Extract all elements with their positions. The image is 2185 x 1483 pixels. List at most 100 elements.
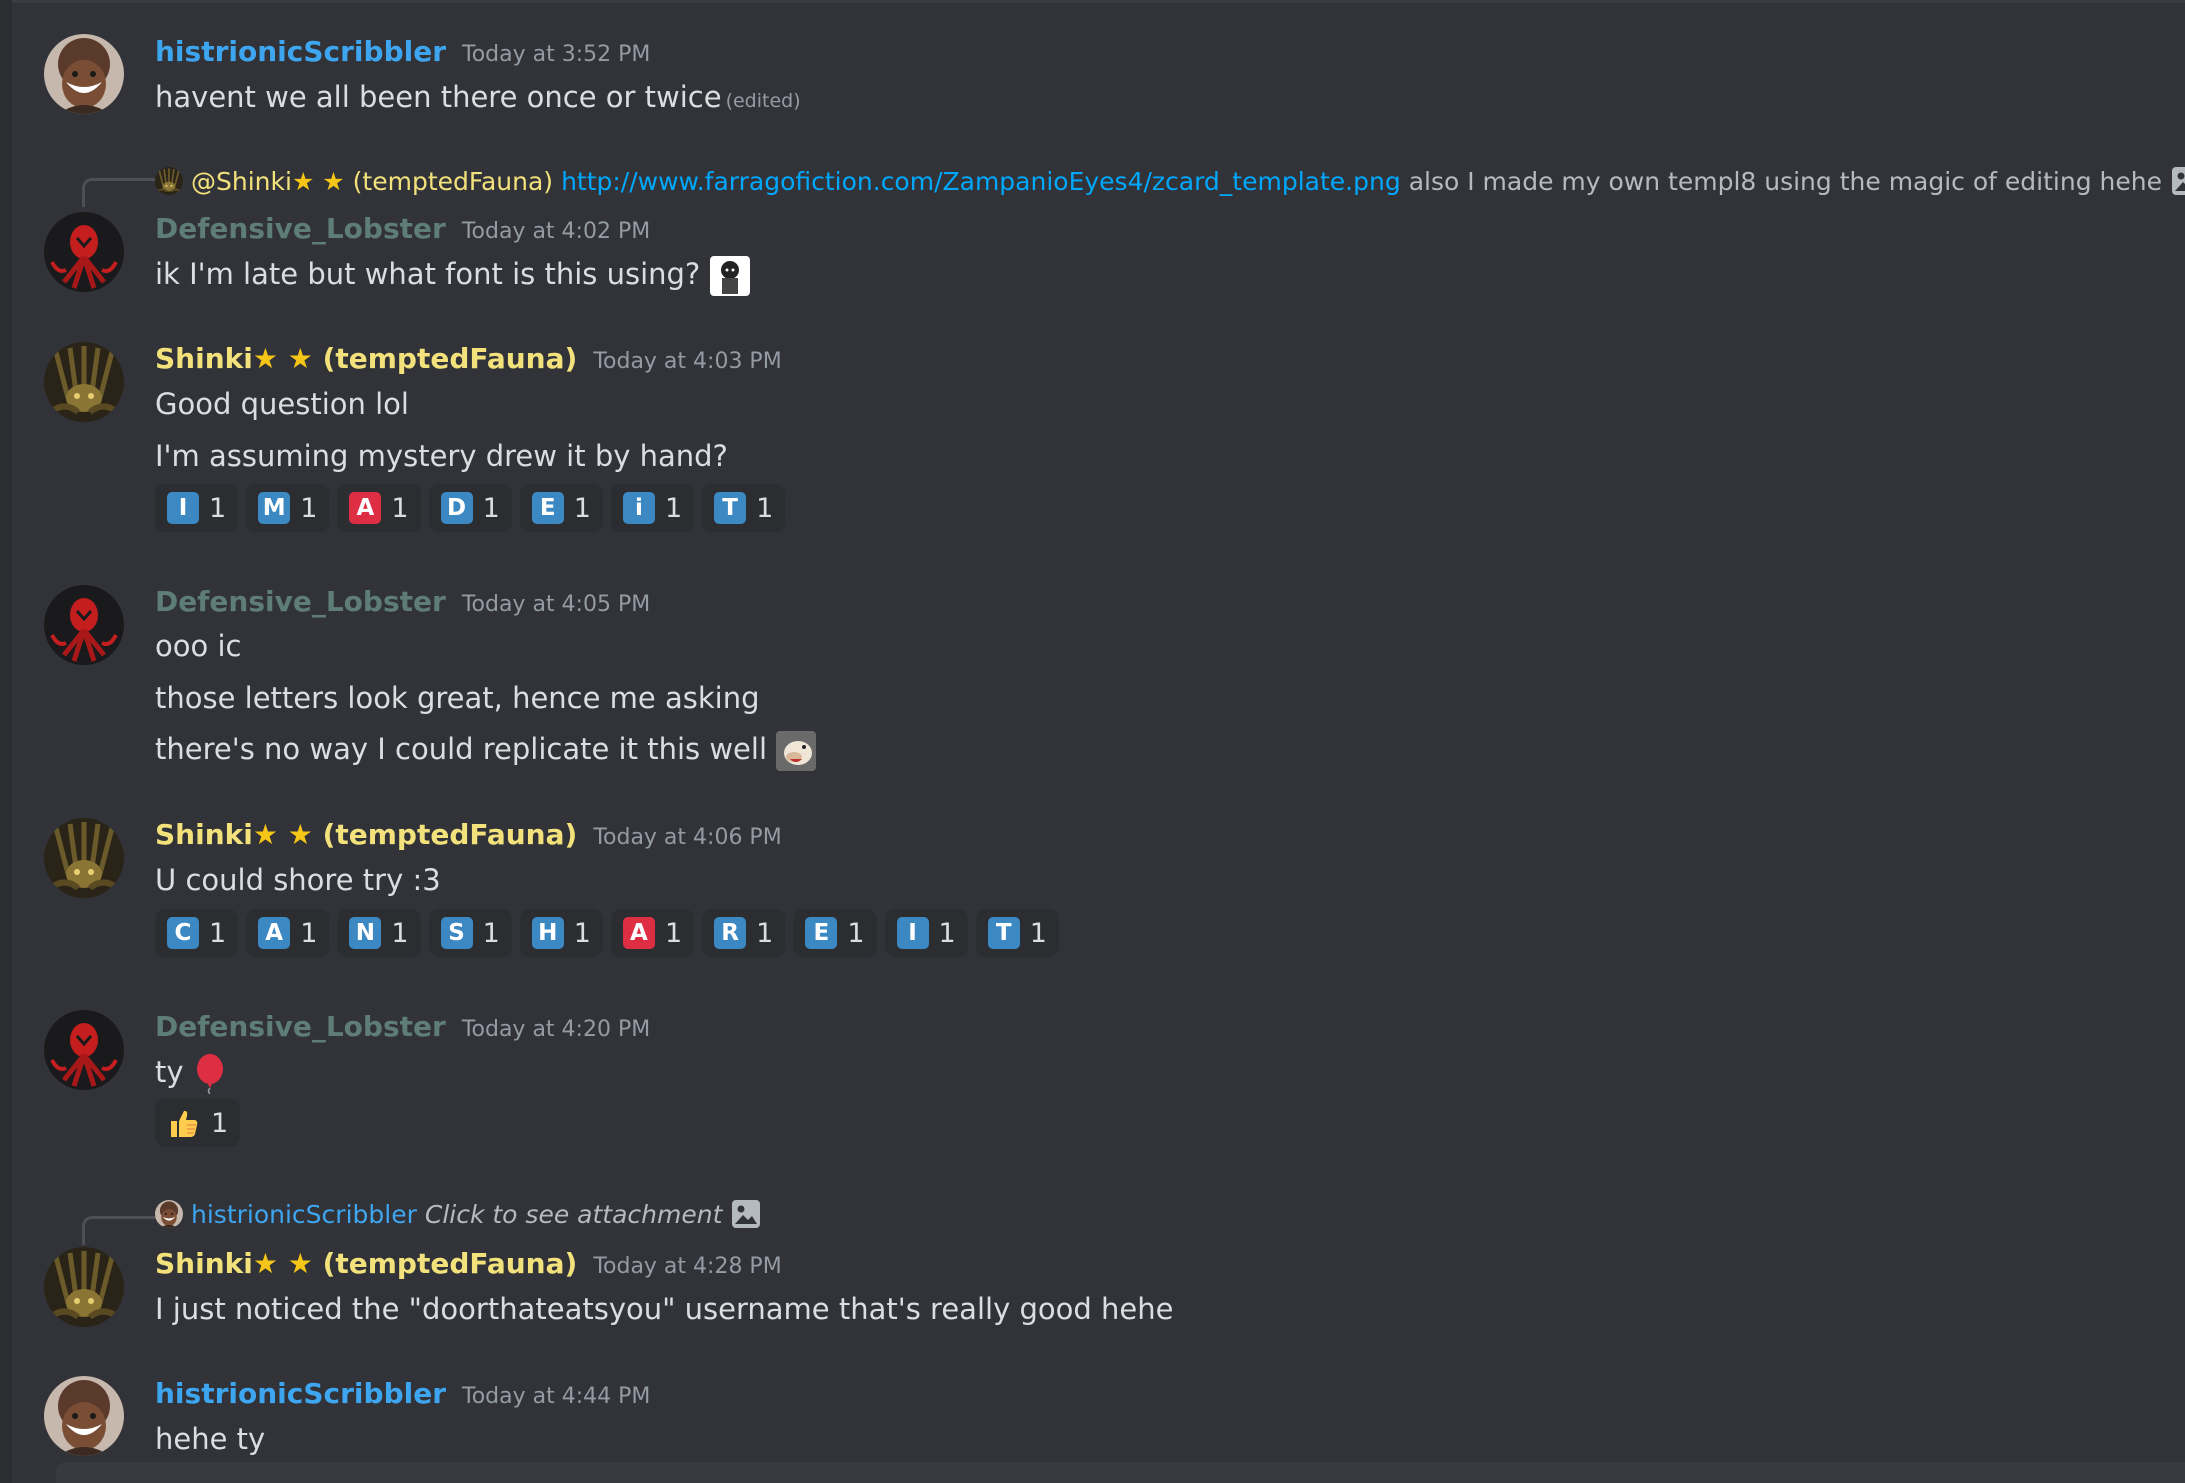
reaction-count: 1: [391, 492, 409, 524]
timestamp: Today at 3:52 PM: [462, 42, 651, 67]
username[interactable]: Defensive_Lobster: [155, 212, 446, 245]
avatar[interactable]: [44, 1376, 124, 1456]
reply-text: also I made my own templ8 using the magi…: [1408, 166, 2162, 196]
username[interactable]: Defensive_Lobster: [155, 585, 446, 618]
reaction[interactable]: H1: [519, 909, 603, 957]
reaction-bar: I1 M1 A1 D1 E1 i1 T1: [155, 484, 786, 532]
reaction[interactable]: T1: [702, 484, 786, 532]
reply-avatar: [155, 1200, 183, 1228]
reply-link[interactable]: http://www.farragofiction.com/ZampanioEy…: [561, 167, 1401, 196]
reaction-count: 1: [209, 917, 227, 949]
avatar[interactable]: [44, 1247, 124, 1327]
reaction-count: 1: [1029, 917, 1047, 949]
avatar[interactable]: [44, 34, 124, 114]
avatar[interactable]: [44, 342, 124, 422]
reaction-count: 1: [482, 492, 500, 524]
star-icons: ★ ★: [252, 342, 313, 375]
image-icon: [2171, 167, 2185, 195]
letter-i-icon: I: [896, 917, 929, 949]
timestamp: Today at 4:05 PM: [461, 592, 651, 617]
timestamp: Today at 4:44 PM: [462, 1384, 651, 1409]
reaction-count: 1: [391, 917, 409, 949]
username[interactable]: Shinki★ ★ (temptedFauna): [155, 818, 577, 851]
message-input-bar[interactable]: [56, 1462, 2185, 1483]
username[interactable]: histrionicScribbler: [155, 1377, 446, 1410]
timestamp: Today at 4:03 PM: [593, 349, 782, 374]
message-text: U could shore try :3: [155, 863, 441, 897]
reply-username[interactable]: histrionicScribbler: [191, 1200, 417, 1229]
letter-t-icon: T: [714, 492, 747, 524]
letter-s-icon: S: [440, 917, 473, 949]
message-text: Good question lol: [155, 387, 409, 421]
username[interactable]: Defensive_Lobster: [155, 1010, 446, 1043]
reaction[interactable]: E1: [519, 484, 603, 532]
reaction-count: 1: [664, 917, 683, 949]
letter-i-icon: I: [167, 492, 199, 524]
message-text: those letters look great, hence me askin…: [155, 681, 760, 715]
letter-a-icon: A: [258, 917, 291, 949]
message-text: I just noticed the "doorthateatsyou" use…: [155, 1292, 1174, 1326]
reaction-count: 1: [756, 917, 774, 949]
reaction[interactable]: I1: [884, 909, 968, 957]
reaction-bar: 1: [155, 1099, 241, 1147]
star-icons: ★ ★: [252, 1247, 313, 1280]
reaction[interactable]: R1: [702, 909, 786, 957]
avatar[interactable]: [44, 1010, 124, 1090]
username[interactable]: Shinki★ ★ (temptedFauna): [155, 342, 577, 375]
timestamp: Today at 4:20 PM: [461, 1017, 651, 1042]
message-list[interactable]: histrionicScribbler Today at 3:52 PM have…: [12, 0, 2185, 1483]
letter-a-icon: A: [349, 492, 382, 524]
reply-preview[interactable]: @Shinki★ ★ (temptedFauna) http://www.far…: [155, 165, 2185, 197]
message-text: ik I'm late but what font is this using?: [155, 257, 701, 291]
reply-username[interactable]: @Shinki★ ★ (temptedFauna): [191, 167, 553, 196]
reply-preview[interactable]: histrionicScribbler Click to see attachm…: [155, 1198, 762, 1230]
reaction-count: 1: [300, 917, 318, 949]
reaction[interactable]: A1: [337, 484, 421, 532]
message-text: hehe ty: [155, 1422, 266, 1456]
reaction[interactable]: I1: [155, 484, 239, 532]
reaction-count: 1: [756, 492, 774, 524]
avatar[interactable]: [44, 585, 124, 665]
username[interactable]: Shinki★ ★ (temptedFauna): [155, 1247, 577, 1280]
reaction-count: 1: [482, 917, 500, 949]
reaction[interactable]: D1: [428, 484, 512, 532]
timestamp: Today at 4:28 PM: [593, 1254, 782, 1279]
message-text: there's no way I could replicate it this…: [155, 732, 768, 766]
reaction[interactable]: i1: [610, 484, 695, 532]
reaction-count: 1: [847, 917, 865, 949]
reaction[interactable]: T1: [975, 909, 1059, 957]
info-i-icon: i: [622, 492, 655, 524]
message-text: havent we all been there once or twice: [155, 80, 722, 114]
reply-spine: [82, 1216, 159, 1245]
reaction[interactable]: 1: [155, 1099, 241, 1147]
reply-spine: [82, 178, 159, 207]
reaction[interactable]: C1: [155, 909, 239, 957]
red-balloon-icon: [196, 1054, 223, 1095]
reply-avatar: [155, 167, 183, 195]
username[interactable]: histrionicScribbler: [155, 35, 446, 68]
reaction[interactable]: M1: [246, 484, 330, 532]
avatar[interactable]: [44, 818, 124, 898]
left-gutter: [0, 0, 12, 1483]
reaction[interactable]: A1: [610, 909, 695, 957]
reaction[interactable]: E1: [793, 909, 877, 957]
message-text: ooo ic: [155, 629, 242, 663]
edited-label: (edited): [725, 90, 801, 112]
letter-n-icon: N: [349, 917, 382, 949]
reaction-count: 1: [300, 492, 318, 524]
reaction[interactable]: A1: [246, 909, 330, 957]
reply-text[interactable]: Click to see attachment: [425, 1200, 723, 1229]
letter-h-icon: H: [531, 917, 564, 949]
reaction-count: 1: [211, 1107, 229, 1139]
star-icons: ★ ★: [252, 818, 313, 851]
reaction[interactable]: N1: [337, 909, 421, 957]
custom-emoji-icon: [709, 256, 750, 296]
letter-a-icon: A: [622, 917, 655, 949]
reaction[interactable]: S1: [428, 909, 512, 957]
thumbs-up-icon: [171, 1110, 198, 1137]
reaction-bar: C1 A1 N1 S1 H1 A1 R1 E1 I1 T1: [155, 909, 1059, 957]
reaction-count: 1: [938, 917, 956, 949]
avatar[interactable]: [44, 212, 124, 292]
image-icon: [732, 1200, 761, 1228]
reaction-count: 1: [573, 917, 591, 949]
